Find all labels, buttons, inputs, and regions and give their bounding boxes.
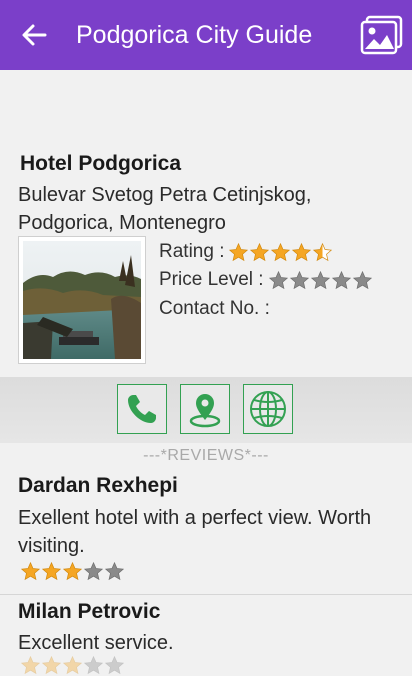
star-icon — [268, 270, 288, 289]
star-icon — [83, 655, 104, 675]
back-button[interactable] — [18, 19, 50, 51]
star-icon — [62, 655, 83, 675]
star-icon — [104, 655, 125, 675]
review-author: Milan Petrovic — [18, 600, 161, 623]
star-icon — [104, 561, 125, 581]
gallery-icon — [360, 15, 403, 55]
phone-icon — [128, 395, 156, 423]
star-icon — [83, 561, 104, 581]
price-level-row: Price Level : — [159, 267, 373, 293]
hotel-image — [23, 241, 141, 359]
review-divider — [0, 594, 412, 595]
review-rating-stars — [20, 561, 125, 582]
app-bar: Podgorica City Guide — [0, 0, 412, 70]
star-icon — [271, 242, 291, 261]
star-icon — [352, 270, 372, 289]
star-icon — [292, 242, 312, 261]
star-icon — [229, 242, 249, 261]
star-icon — [41, 561, 62, 581]
contact-row: Contact No. : — [159, 296, 270, 322]
star-icon — [20, 655, 41, 675]
review-rating-stars — [20, 655, 125, 676]
star-icon — [331, 270, 351, 289]
arrow-left-icon — [22, 24, 47, 46]
star-icon — [310, 270, 330, 289]
globe-icon — [250, 391, 286, 427]
review-text: Exellent hotel with a perfect view. Wort… — [18, 507, 372, 557]
star-icon — [62, 561, 83, 581]
hotel-address: Bulevar Svetog Petra Cetinjskog, Podgori… — [18, 184, 312, 234]
call-button[interactable] — [117, 384, 167, 434]
map-pin-icon — [189, 394, 221, 428]
gallery-button[interactable] — [360, 14, 404, 56]
star-icon — [41, 655, 62, 675]
contact-label: Contact No. : — [159, 298, 270, 319]
star-icon — [289, 270, 309, 289]
price-level-label: Price Level : — [159, 269, 264, 290]
reviews-header: ---*REVIEWS*--- — [143, 447, 269, 464]
hotel-photo[interactable] — [18, 236, 146, 364]
app-title: Podgorica City Guide — [76, 21, 313, 49]
review-text: Excellent service. — [18, 632, 174, 654]
rating-row: Rating : — [159, 239, 333, 265]
rating-stars — [228, 242, 333, 263]
star-icon — [313, 242, 333, 261]
rating-label: Rating : — [159, 241, 225, 262]
website-button[interactable] — [243, 384, 293, 434]
star-icon — [250, 242, 270, 261]
hotel-name: Hotel Podgorica — [20, 152, 182, 175]
map-button[interactable] — [180, 384, 230, 434]
review-author: Dardan Rexhepi — [18, 474, 178, 497]
action-bar — [0, 377, 412, 443]
price-level-stars — [268, 270, 373, 291]
star-icon — [20, 561, 41, 581]
